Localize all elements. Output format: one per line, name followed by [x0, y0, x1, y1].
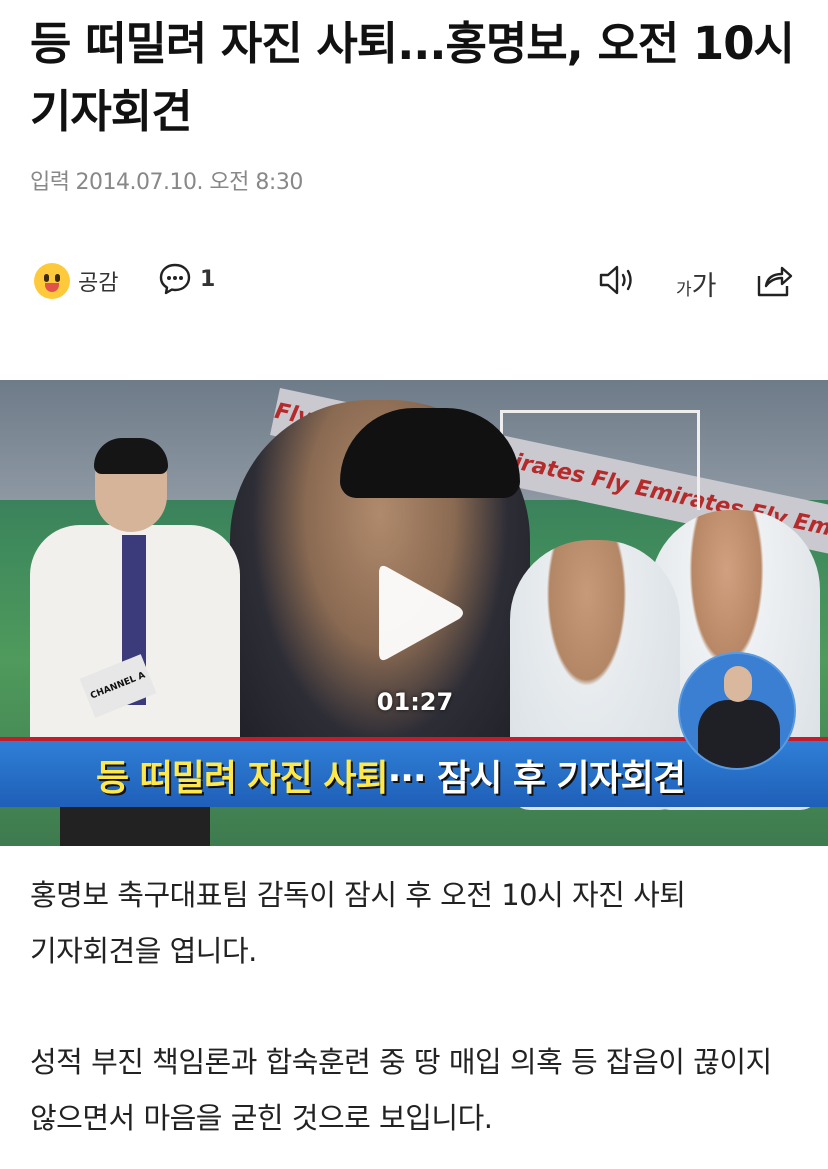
- video-duration: 01:27: [376, 688, 454, 716]
- meta-label: 입력: [30, 170, 70, 195]
- article-actions: 공감 1 가가: [0, 252, 828, 308]
- play-icon[interactable]: [373, 561, 467, 665]
- meta-datetime: 2014.07.10. 오전 8:30: [75, 170, 303, 195]
- share-icon: [757, 266, 793, 297]
- article-title: 등 떠밀려 자진 사퇴...홍명보, 오전 10시 기자회견: [30, 17, 795, 138]
- ticker-text: 등 떠밀려 자진 사퇴··· 잠시 후 기자회견: [96, 758, 686, 799]
- share-button[interactable]: [756, 262, 794, 298]
- comment-bubble-icon: [159, 263, 191, 295]
- comment-button[interactable]: 1: [158, 262, 215, 296]
- font-size-large: 가: [691, 271, 717, 302]
- empathy-label: 공감: [78, 271, 119, 296]
- sign-language-interpreter: [678, 652, 796, 770]
- article-paragraph: 홍명보 축구대표팀 감독이 잠시 후 오전 10시 자진 사퇴 기자회견을 엽니…: [30, 878, 686, 968]
- comment-count: 1: [200, 266, 216, 292]
- empathy-button[interactable]: 공감: [34, 263, 118, 299]
- font-size-small: 가: [676, 280, 692, 300]
- speaker-icon: [599, 265, 632, 295]
- article-meta: 입력 2014.07.10. 오전 8:30: [30, 164, 309, 196]
- read-aloud-button[interactable]: [598, 263, 638, 297]
- font-size-button[interactable]: 가가: [676, 264, 716, 303]
- smile-emoji-icon: [34, 263, 70, 299]
- article-paragraph: 성적 부진 책임론과 합숙훈련 중 땅 매입 의혹 등 잡음이 끊이지 않으면서…: [30, 1045, 772, 1135]
- goal-net: [500, 410, 700, 510]
